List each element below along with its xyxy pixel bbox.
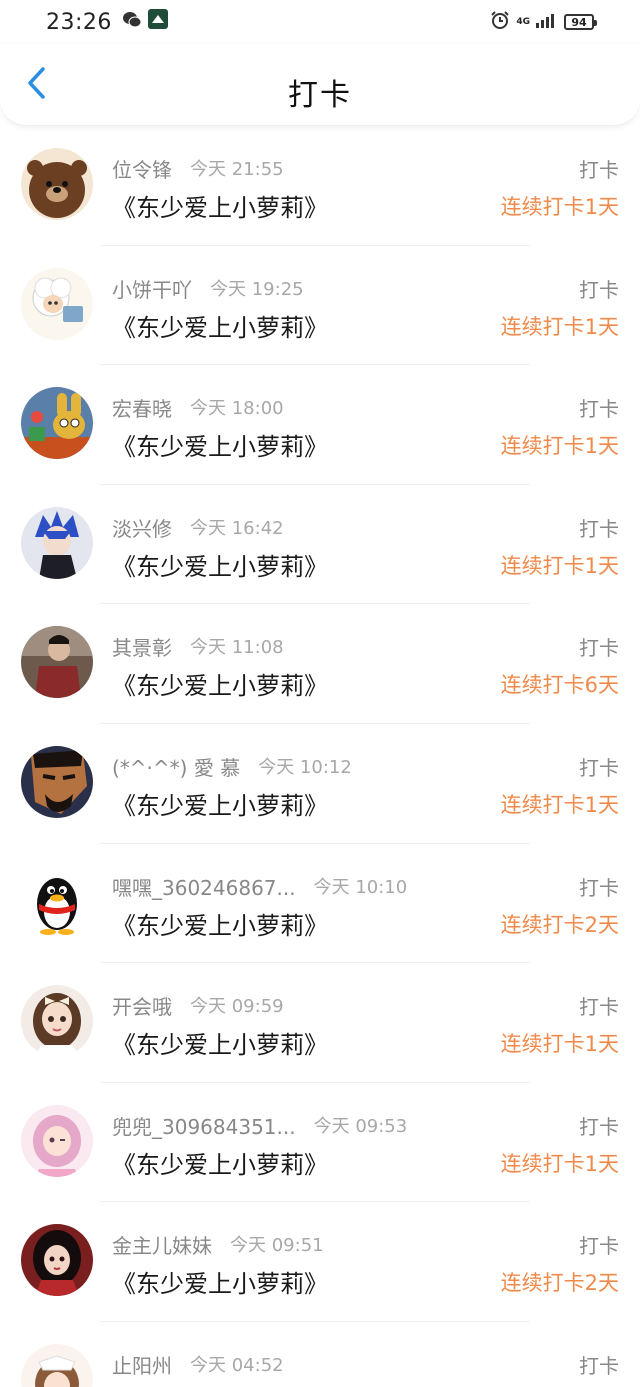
streak-label: 连续打卡1天 (500, 1151, 619, 1176)
checkin-action-label: 打卡 (579, 995, 619, 1020)
book-title: 《东少爱上小萝莉》 (112, 672, 328, 701)
user-name[interactable]: 兜兜_309684351... (112, 1111, 296, 1140)
list-item[interactable]: 兜兜_309684351... 今天 09:53 《东少爱上小萝莉》 打卡连续打卡1天 (0, 1083, 640, 1203)
nav-bar: 打卡 (0, 44, 640, 126)
sheep-avatar-icon[interactable] (21, 267, 93, 340)
cartoon-avatar-icon[interactable] (21, 387, 93, 460)
pink-girl-avatar-icon[interactable] (21, 1104, 93, 1177)
user-name[interactable]: 小饼干吖 (112, 274, 192, 303)
checkin-time: 今天 09:51 (230, 1235, 324, 1257)
checkin-action-label: 打卡 (579, 636, 619, 661)
checkin-action-label: 打卡 (579, 755, 619, 780)
list-item[interactable]: 小饼干吖 今天 19:25 《东少爱上小萝莉》 打卡连续打卡1天 (0, 246, 640, 366)
status-bar: 23:26 4G 94 (0, 0, 640, 44)
book-title: 《东少爱上小萝莉》 (112, 433, 328, 462)
user-name[interactable]: 开会哦 (112, 991, 172, 1020)
user-name[interactable]: 其景彰 (112, 632, 172, 661)
checkin-time: 今天 04:52 (190, 1354, 284, 1376)
checkin-time: 今天 18:00 (190, 398, 284, 420)
checkin-time: 今天 19:25 (210, 278, 304, 300)
streak-label: 连续打卡6天 (500, 673, 619, 698)
network-label: 4G (516, 17, 530, 27)
checkin-action-label: 打卡 (579, 516, 619, 541)
doll-avatar-icon[interactable] (21, 985, 93, 1058)
streak-label: 连续打卡2天 (500, 912, 619, 937)
list-item[interactable]: 宏春晓 今天 18:00 《东少爱上小萝莉》 打卡连续打卡1天 (0, 365, 640, 485)
book-title: 《东少爱上小萝莉》 (112, 1270, 328, 1299)
warrior-avatar-icon[interactable] (21, 745, 93, 818)
book-title: 《东少爱上小萝莉》 (112, 791, 328, 820)
wechat-icon (122, 10, 142, 35)
app-notification-icon (147, 9, 168, 35)
checkin-time: 今天 16:42 (190, 517, 284, 539)
list-item[interactable]: 淡兴修 今天 16:42 《东少爱上小萝莉》 打卡连续打卡1天 (0, 485, 640, 605)
penguin-avatar-icon[interactable] (21, 865, 93, 938)
streak-label: 连续打卡1天 (500, 195, 619, 219)
streak-label: 连续打卡2天 (500, 1271, 619, 1296)
checkin-action-label: 打卡 (579, 1234, 619, 1259)
checkin-action-label: 打卡 (579, 277, 619, 302)
list-item[interactable]: 其景彰 今天 11:08 《东少爱上小萝莉》 打卡连续打卡6天 (0, 604, 640, 724)
checkin-time: 今天 09:59 (190, 996, 284, 1018)
checkin-action-label: 打卡 (579, 875, 619, 900)
page-title: 打卡 (288, 78, 352, 113)
list-item[interactable]: 开会哦 今天 09:59 《东少爱上小萝莉》 打卡连续打卡1天 (0, 963, 640, 1083)
list-item[interactable]: 止阳州 今天 04:52 打卡 (0, 1322, 640, 1387)
book-title: 《东少爱上小萝莉》 (112, 313, 328, 342)
book-title: 《东少爱上小萝莉》 (112, 194, 328, 222)
checkin-action-label: 打卡 (579, 1114, 619, 1139)
user-name[interactable]: 位令锋 (112, 154, 172, 183)
bear-avatar-icon[interactable] (21, 148, 93, 220)
checkin-time: 今天 09:53 (313, 1115, 408, 1137)
user-name[interactable]: 嘿嘿_360246867... (112, 872, 296, 901)
streak-label: 连续打卡1天 (500, 1032, 619, 1057)
list-item[interactable]: 嘿嘿_360246867... 今天 10:10 《东少爱上小萝莉》 打卡连续打卡2天 (0, 844, 640, 964)
checkin-action-label: 打卡 (579, 397, 619, 422)
checkin-time: 今天 21:55 (190, 159, 284, 180)
streak-label: 连续打卡1天 (500, 314, 619, 339)
user-name[interactable]: 淡兴修 (112, 513, 172, 542)
list-item[interactable]: (*^·^*) 愛 慕今天 10:12 《东少爱上小萝莉》 打卡连续打卡1天 (0, 724, 640, 844)
checkin-action-label: 打卡 (579, 158, 619, 182)
user-name[interactable]: 宏春晓 (112, 393, 172, 422)
status-time: 23:26 (46, 9, 112, 35)
battery-icon: 94 (564, 14, 597, 30)
signal-icon (536, 12, 558, 32)
streak-label: 连续打卡1天 (500, 434, 619, 459)
checkin-action-label: 打卡 (579, 1353, 619, 1378)
book-title: 《东少爱上小萝莉》 (112, 1031, 328, 1060)
streak-label: 连续打卡1天 (500, 792, 619, 817)
checkin-time: 今天 11:08 (190, 637, 284, 659)
checkin-time: 今天 10:10 (313, 876, 408, 898)
streak-label: 连续打卡1天 (500, 553, 619, 578)
book-title: 《东少爱上小萝莉》 (112, 911, 328, 940)
girl-avatar-icon[interactable] (21, 1343, 93, 1387)
dark-girl-avatar-icon[interactable] (21, 1224, 93, 1297)
user-name[interactable]: 金主儿妹妹 (112, 1230, 212, 1259)
book-title: 《东少爱上小萝莉》 (112, 1150, 328, 1179)
list-item[interactable]: 位令锋 今天 21:55 《东少爱上小萝莉》 打卡连续打卡1天 (0, 126, 640, 246)
user-name[interactable]: (*^·^*) 愛 慕 (112, 752, 240, 781)
battery-level: 94 (571, 15, 587, 29)
checkin-list: 位令锋 今天 21:55 《东少爱上小萝莉》 打卡 连续打卡1天 小饼干吖 今天 19:25… (0, 126, 640, 1387)
photo-avatar-icon[interactable] (21, 626, 93, 699)
checkin-time: 今天 10:12 (258, 756, 352, 778)
alarm-icon (490, 10, 510, 34)
user-name[interactable]: 止阳州 (112, 1350, 172, 1379)
list-item[interactable]: 金主儿妹妹 今天 09:51 《东少爱上小萝莉》 打卡连续打卡2天 (0, 1202, 640, 1322)
anime-avatar-icon[interactable] (21, 506, 93, 579)
book-title: 《东少爱上小萝莉》 (112, 552, 328, 581)
